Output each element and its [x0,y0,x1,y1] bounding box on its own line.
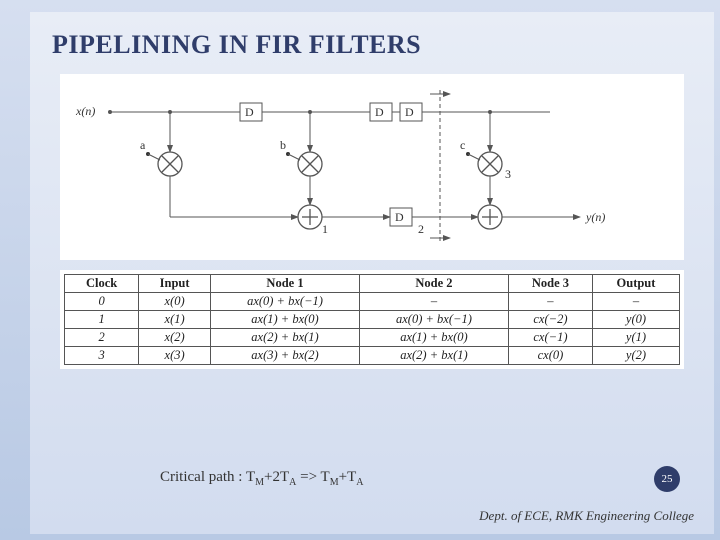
table-cell: 0 [65,293,139,311]
table-cell: ax(2) + bx(1) [211,329,360,347]
table-header: Input [139,275,211,293]
table-header: Node 3 [508,275,592,293]
table-cell: cx(0) [508,347,592,365]
table-cell: y(1) [592,329,679,347]
input-label: x(n) [76,104,95,119]
table-cell: – [592,293,679,311]
table-cell: ax(1) + bx(0) [211,311,360,329]
timing-table-panel: ClockInputNode 1Node 2Node 3Output 0x(0)… [60,270,684,369]
table-cell: – [508,293,592,311]
table-cell: y(2) [592,347,679,365]
table-cell: ax(2) + bx(1) [359,347,508,365]
table-header: Node 1 [211,275,360,293]
delay-d3: D [405,105,414,120]
tap-c: c [460,138,465,153]
table-row: 1x(1)ax(1) + bx(0)ax(0) + bx(−1)cx(−2)y(… [65,311,680,329]
table-cell: cx(−1) [508,329,592,347]
table-cell: – [359,293,508,311]
table-cell: cx(−2) [508,311,592,329]
tap-a: a [140,138,145,153]
table-header: Clock [65,275,139,293]
table-cell: x(3) [139,347,211,365]
table-cell: x(1) [139,311,211,329]
table-cell: y(0) [592,311,679,329]
page-number-badge: 25 [654,466,680,492]
table-cell: ax(0) + bx(−1) [359,311,508,329]
add1-label: 1 [322,222,328,237]
table-row: 3x(3)ax(3) + bx(2)ax(2) + bx(1)cx(0)y(2) [65,347,680,365]
table-cell: x(2) [139,329,211,347]
table-header: Node 2 [359,275,508,293]
table-cell: ax(3) + bx(2) [211,347,360,365]
table-cell: ax(0) + bx(−1) [211,293,360,311]
delay-d1: D [245,105,254,120]
table-cell: x(0) [139,293,211,311]
footer-text: Dept. of ECE, RMK Engineering College [479,508,694,524]
add2-label: 2 [418,222,424,237]
table-row: 0x(0)ax(0) + bx(−1)––– [65,293,680,311]
table-cell: ax(1) + bx(0) [359,329,508,347]
tap-b: b [280,138,286,153]
mult3-label: 3 [505,167,511,182]
table-cell: 3 [65,347,139,365]
delay-dpipe: D [395,210,404,225]
diagram-panel: x(n) D D D D a b c 3 1 2 y(n) [60,74,684,260]
table-cell: 2 [65,329,139,347]
table-row: 2x(2)ax(2) + bx(1)ax(1) + bx(0)cx(−1)y(1… [65,329,680,347]
table-cell: 1 [65,311,139,329]
timing-table: ClockInputNode 1Node 2Node 3Output 0x(0)… [64,274,680,365]
output-label: y(n) [586,210,605,225]
table-header: Output [592,275,679,293]
critical-path-text: Critical path : TM+2TA => TM+TA [160,469,363,488]
delay-d2: D [375,105,384,120]
page-title: PIPELINING IN FIR FILTERS [30,12,714,60]
fir-pipeline-diagram: x(n) D D D D a b c 3 1 2 y(n) [70,82,674,252]
